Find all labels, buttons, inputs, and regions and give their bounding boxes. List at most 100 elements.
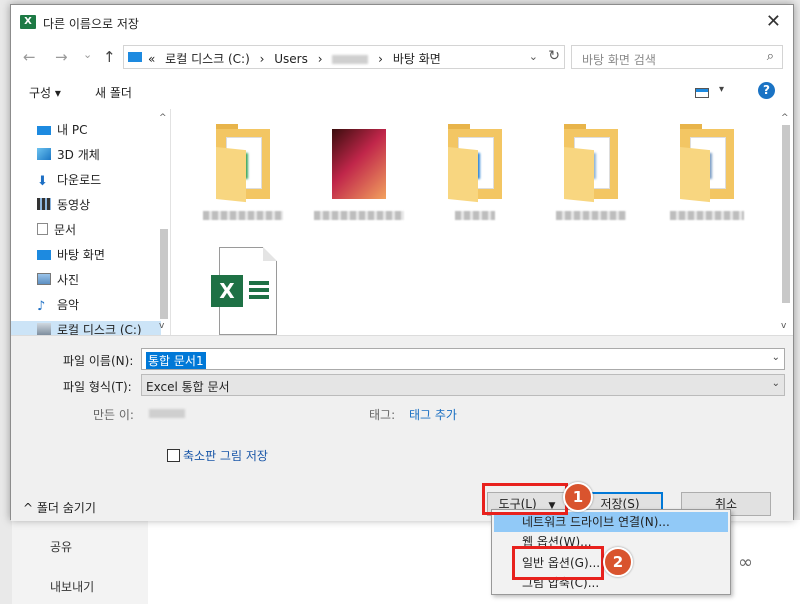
nav-item-downloads[interactable]: ⬇ 다운로드: [37, 171, 161, 193]
breadcrumb-overflow[interactable]: «: [148, 52, 155, 66]
breadcrumb-users[interactable]: Users: [274, 52, 308, 66]
scroll-up-icon[interactable]: ^: [159, 113, 167, 123]
link-icon: ∞: [738, 552, 753, 573]
nav-item-label: 바탕 화면: [57, 248, 105, 262]
breadcrumb-local-disk[interactable]: 로컬 디스크 (C:): [165, 52, 250, 66]
view-icon[interactable]: [695, 88, 709, 98]
nav-item-videos[interactable]: 동영상: [37, 196, 161, 218]
refresh-icon[interactable]: ↻: [548, 48, 560, 64]
scroll-thumb[interactable]: [782, 125, 790, 303]
save-as-dialog: X 다른 이름으로 저장 ✕ ← → ⌄ ↑ « 로컬 디스크 (C:) › U…: [10, 4, 794, 521]
download-arrow-icon: ⬇: [37, 174, 48, 189]
address-bar[interactable]: « 로컬 디스크 (C:) › Users › › 바탕 화면 ⌄ ↻: [123, 45, 565, 69]
cube-icon: [37, 148, 51, 160]
breadcrumb: « 로컬 디스크 (C:) › Users › › 바탕 화면: [148, 50, 447, 67]
folder-item[interactable]: [541, 124, 641, 220]
nav-item-label: 3D 개체: [57, 148, 100, 162]
command-bar: 구성 ▾ 새 폴더 ▾ ?: [11, 75, 793, 107]
step-badge-2: 2: [603, 547, 633, 577]
folder-icon: [448, 124, 502, 203]
recent-locations-chevron-icon[interactable]: ⌄: [83, 48, 92, 61]
breadcrumb-separator[interactable]: ›: [378, 52, 383, 66]
search-placeholder: 바탕 화면 검색: [582, 53, 656, 67]
backstage-export-item[interactable]: 내보내기: [50, 578, 94, 595]
title-bar: X 다른 이름으로 저장 ✕: [11, 5, 793, 39]
nav-item-this-pc[interactable]: 내 PC: [37, 121, 161, 143]
hide-folders-toggle[interactable]: ^ 폴더 숨기기: [23, 499, 96, 516]
backstage-share-item[interactable]: 공유: [50, 538, 72, 555]
filetype-select[interactable]: Excel 통합 문서 ⌄: [141, 374, 785, 396]
folder-item[interactable]: [193, 124, 293, 220]
nav-item-pictures[interactable]: 사진: [37, 271, 161, 293]
search-icon[interactable]: ⌕: [767, 49, 774, 64]
filename-label: 파일 이름(N):: [63, 354, 134, 368]
back-arrow-icon[interactable]: ←: [23, 48, 36, 66]
help-icon[interactable]: ?: [758, 82, 775, 99]
filename-value[interactable]: 통합 문서1: [146, 352, 206, 369]
search-input[interactable]: 바탕 화면 검색 ⌕: [571, 45, 783, 69]
address-dropdown-icon[interactable]: ⌄: [529, 50, 538, 63]
scroll-up-icon[interactable]: ^: [781, 113, 789, 123]
folder-name-redacted: [203, 211, 283, 220]
save-thumbnail-checkbox[interactable]: [167, 449, 180, 462]
picture-icon: [37, 273, 51, 285]
new-folder-button[interactable]: 새 폴더: [95, 84, 132, 101]
nav-item-documents[interactable]: 문서: [37, 221, 161, 243]
breadcrumb-separator[interactable]: ›: [260, 52, 265, 66]
forward-arrow-icon[interactable]: →: [55, 48, 68, 66]
author-label: 만든 이:: [93, 408, 134, 422]
filetype-value: Excel 통합 문서: [146, 380, 230, 394]
breadcrumb-user-redacted[interactable]: [332, 55, 369, 64]
scroll-down-icon[interactable]: v: [781, 321, 786, 331]
filetype-label: 파일 형식(T):: [63, 380, 132, 394]
save-thumbnail-label[interactable]: 축소판 그림 저장: [183, 447, 268, 464]
folder-item[interactable]: [425, 124, 525, 220]
nav-scrollbar[interactable]: ^ v: [157, 109, 170, 335]
filename-field[interactable]: 통합 문서1 ⌄: [141, 348, 785, 370]
menu-item-map-network-drive[interactable]: 네트워크 드라이브 연결(N)...: [494, 512, 728, 532]
folder-icon: [332, 129, 386, 199]
folder-item[interactable]: [309, 129, 409, 220]
add-tag-link[interactable]: 태그 추가: [409, 406, 457, 423]
desktop-icon: [37, 250, 51, 260]
spreadsheet-grid-icon: [249, 281, 269, 301]
nav-item-3d-objects[interactable]: 3D 개체: [37, 146, 161, 168]
folder-icon: [680, 124, 734, 203]
organize-button[interactable]: 구성 ▾: [29, 84, 61, 101]
scroll-thumb[interactable]: [160, 229, 168, 319]
drive-icon: [37, 323, 51, 335]
chevron-down-icon[interactable]: ⌄: [772, 378, 780, 389]
backstage-sidebar: 공유 내보내기: [12, 520, 148, 604]
scroll-down-icon[interactable]: v: [159, 321, 164, 331]
nav-item-desktop[interactable]: 바탕 화면: [37, 246, 161, 268]
nav-item-label: 사진: [57, 273, 80, 287]
breadcrumb-desktop[interactable]: 바탕 화면: [393, 52, 441, 66]
nav-item-label: 다운로드: [57, 173, 102, 187]
excel-file-item[interactable]: X: [211, 247, 277, 335]
folder-item[interactable]: [657, 124, 757, 220]
computer-icon: [128, 52, 142, 62]
folder-icon: [216, 124, 270, 203]
author-value-redacted[interactable]: [149, 409, 185, 418]
computer-icon: [37, 126, 51, 135]
film-icon: [37, 198, 51, 210]
up-arrow-icon[interactable]: ↑: [103, 48, 116, 66]
excel-app-icon: X: [20, 15, 36, 29]
excel-logo-icon: X: [211, 275, 243, 307]
nav-item-local-disk[interactable]: 로컬 디스크 (C:): [11, 321, 161, 335]
tags-label: 태그:: [369, 408, 396, 422]
nav-item-music[interactable]: ♪ 음악: [37, 296, 161, 318]
music-note-icon: ♪: [37, 299, 46, 314]
chevron-down-icon[interactable]: ⌄: [772, 352, 780, 363]
file-scrollbar[interactable]: ^ v: [779, 109, 793, 335]
folder-icon: [564, 124, 618, 203]
view-dropdown-icon[interactable]: ▾: [719, 84, 724, 95]
dialog-title: 다른 이름으로 저장: [43, 17, 139, 31]
address-row: ← → ⌄ ↑ « 로컬 디스크 (C:) › Users › › 바탕 화면 …: [11, 43, 793, 71]
folder-name-redacted: [670, 211, 744, 220]
folder-name-redacted: [314, 211, 404, 220]
close-icon[interactable]: ✕: [766, 11, 781, 32]
nav-item-label: 내 PC: [57, 123, 88, 137]
breadcrumb-separator[interactable]: ›: [318, 52, 323, 66]
nav-item-label: 동영상: [57, 198, 91, 212]
